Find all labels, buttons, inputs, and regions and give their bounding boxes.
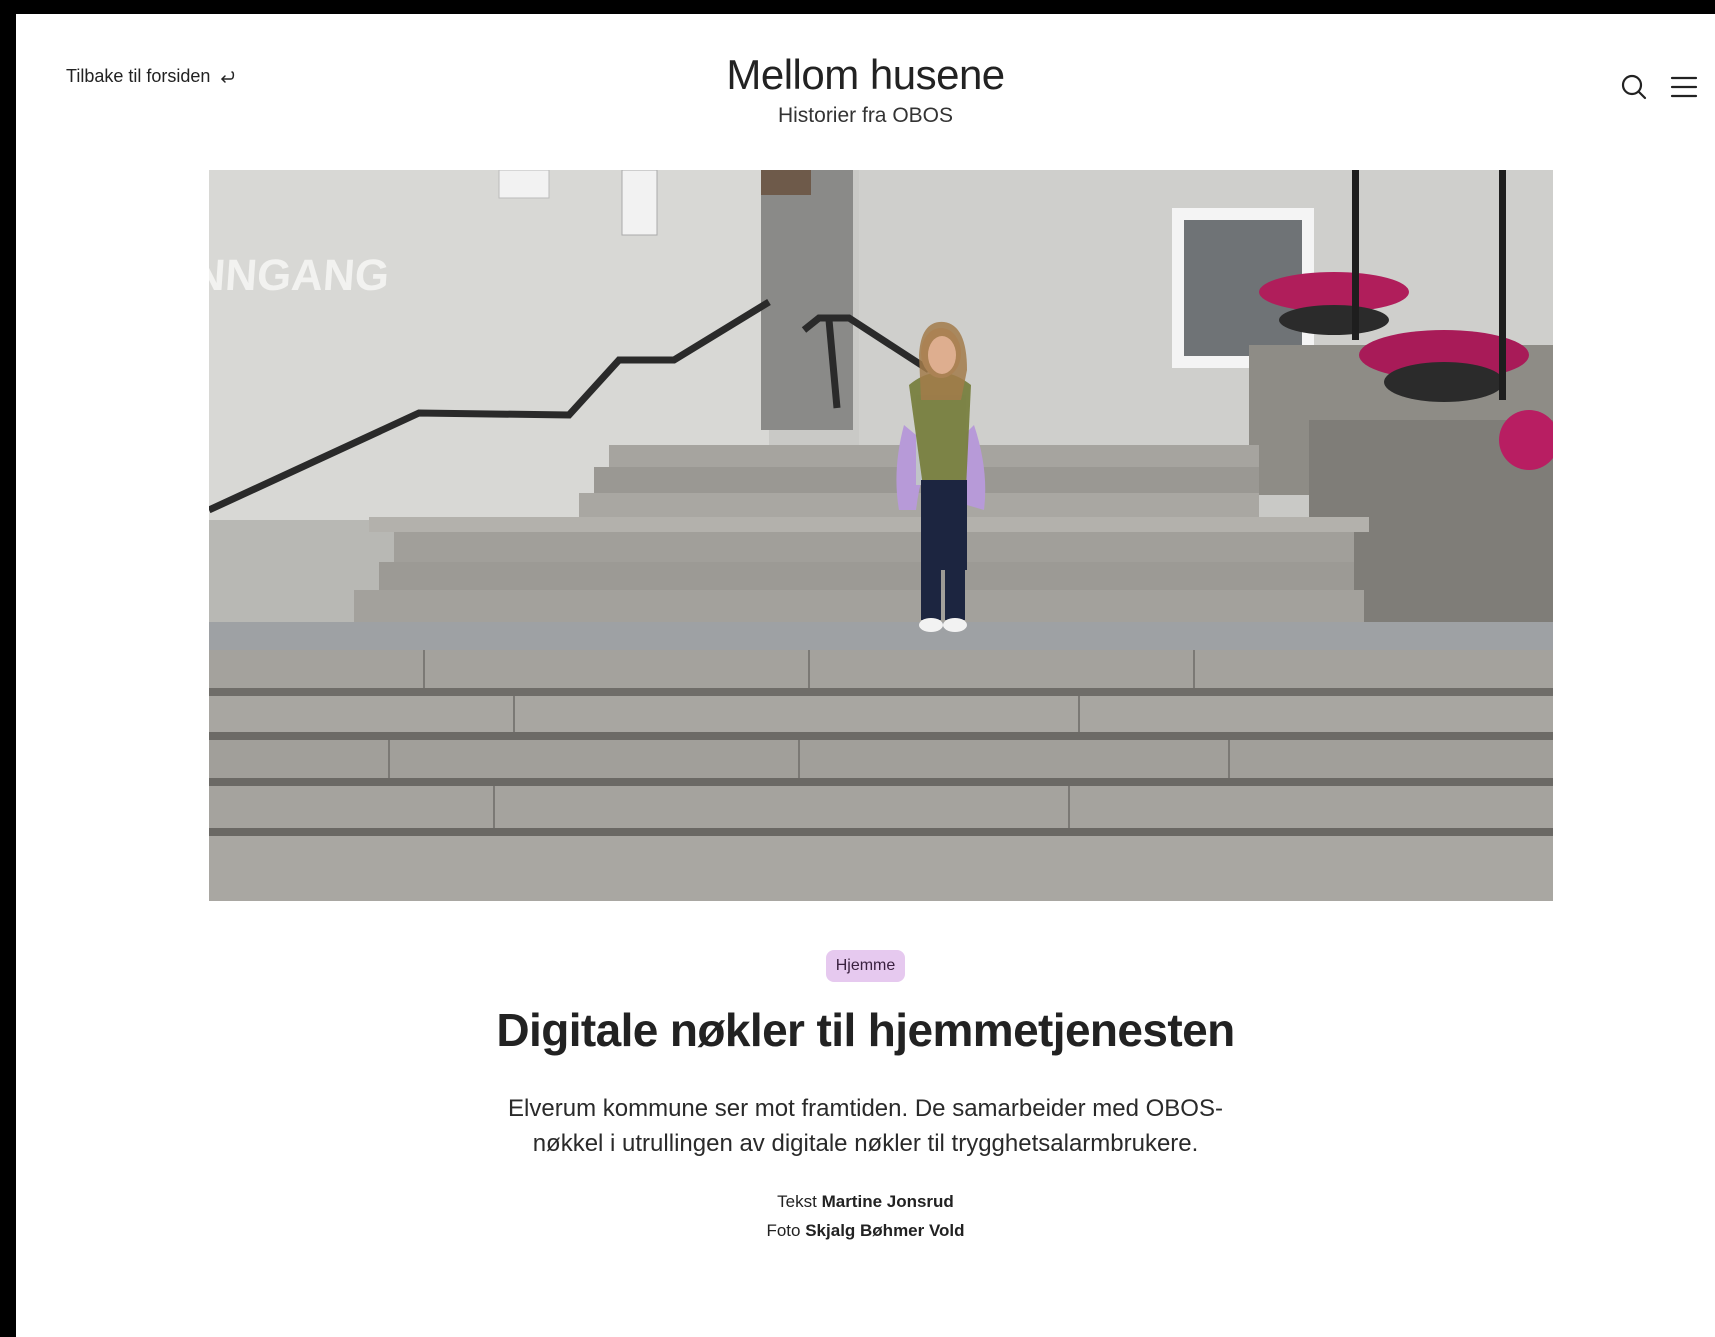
photo-credit-author: Skjalg Bøhmer Vold [805,1220,965,1240]
search-button[interactable] [1619,72,1649,102]
photo-credit-label: Foto [766,1220,801,1240]
hero-photo: NNGANG [209,170,1553,901]
menu-button[interactable] [1669,72,1699,102]
header-actions [1619,72,1699,102]
article-title: Digitale nøkler til hjemmetjenesten [496,1004,1235,1056]
hamburger-menu-icon [1670,76,1698,98]
hero-image: NNGANG [209,170,1553,901]
page: Tilbake til forsiden Mellom husene Histo… [16,14,1715,1337]
article-lead: Elverum kommune ser mot framtiden. De sa… [508,1094,1223,1157]
text-credit-label: Tekst [777,1191,817,1211]
text-credit: Tekst Martine Jonsrud [16,1187,1715,1216]
site-brand: Mellom husene Historier fra OBOS [16,51,1715,128]
wall-lettering: NNGANG [209,251,391,300]
article-credits: Tekst Martine Jonsrud Foto Skjalg Bøhmer… [16,1187,1715,1245]
search-icon [1621,74,1647,100]
article-header: Hjemme Digitale nøkler til hjemmetjenest… [16,950,1715,1245]
site-subtitle: Historier fra OBOS [777,104,954,128]
photo-credit: Foto Skjalg Bøhmer Vold [16,1216,1715,1245]
category-tag[interactable]: Hjemme [825,950,906,982]
text-credit-author: Martine Jonsrud [821,1191,954,1211]
site-title[interactable]: Mellom husene [726,51,1005,98]
